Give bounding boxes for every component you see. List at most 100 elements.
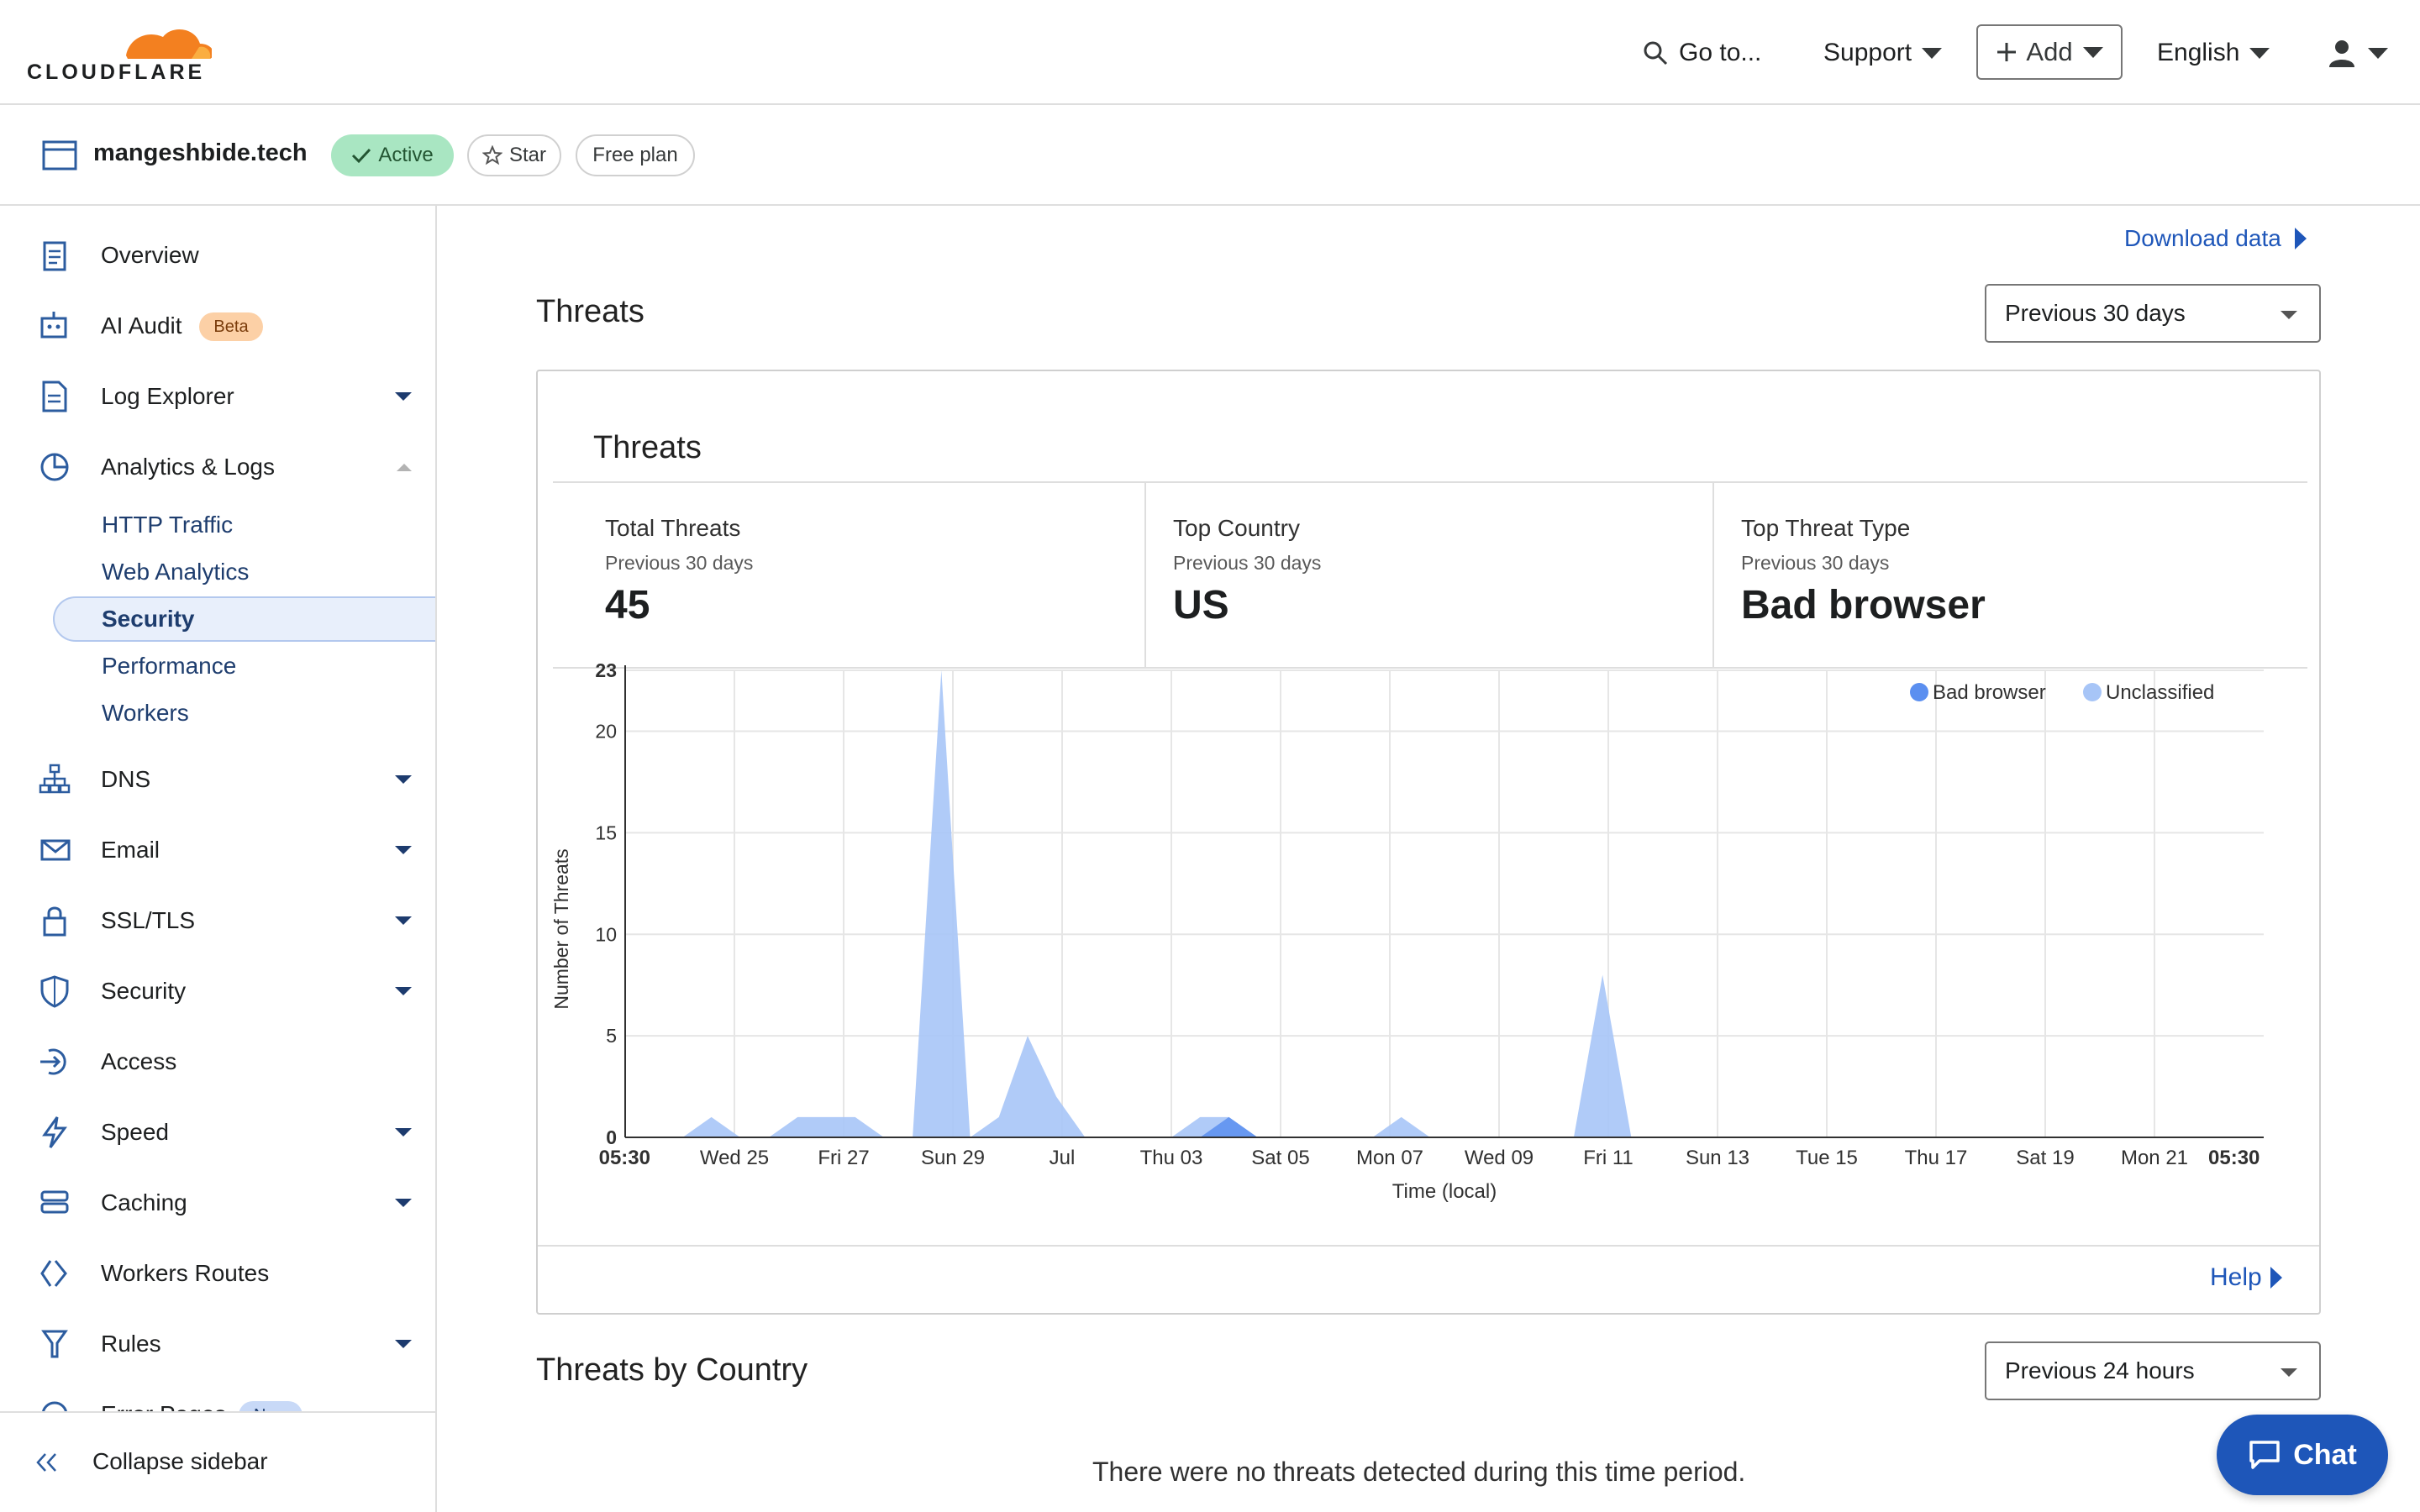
legend-label: Unclassified bbox=[2106, 681, 2214, 704]
lock-icon bbox=[43, 906, 66, 937]
chevron-down-icon bbox=[1922, 47, 1943, 59]
threats-area-chart: 0 5 10 15 20 23 05:30 Wed 25 Fri 27 Sun 29 Jul Thu … bbox=[550, 659, 2264, 1203]
section-title-threats: Threats bbox=[536, 294, 644, 329]
status-label: Active bbox=[378, 144, 434, 166]
zone-domain[interactable]: mangeshbide.tech bbox=[93, 139, 308, 167]
support-menu[interactable]: Support bbox=[1823, 34, 1943, 72]
series-area-unclassified bbox=[625, 670, 2264, 1137]
y-axis-title: Number of Threats bbox=[550, 848, 572, 1009]
y-tick-label: 0 bbox=[606, 1126, 617, 1148]
chat-bubble-icon bbox=[2249, 1441, 2280, 1469]
collapse-sidebar-label: Collapse sidebar bbox=[92, 1448, 268, 1474]
chevron-down-icon bbox=[395, 1340, 412, 1348]
y-tick-label: 23 bbox=[595, 659, 617, 681]
robot-icon bbox=[40, 312, 67, 339]
sidebar-subitem-performance[interactable]: Performance bbox=[102, 653, 236, 680]
chevron-down-icon bbox=[395, 1199, 412, 1207]
document-search-icon bbox=[42, 381, 67, 412]
chat-button[interactable]: Chat bbox=[2217, 1415, 2388, 1495]
x-tick-label: Thu 03 bbox=[1140, 1147, 1203, 1169]
sidebar-item-overview[interactable]: Overview bbox=[0, 230, 435, 281]
language-menu[interactable]: English bbox=[2157, 34, 2270, 72]
sidebar-item-analytics-logs[interactable]: Analytics & Logs bbox=[0, 442, 435, 492]
x-tick-label: Sun 13 bbox=[1686, 1147, 1749, 1169]
chevron-up-icon bbox=[397, 463, 412, 471]
sidebar-item-security[interactable]: Security bbox=[0, 966, 435, 1016]
star-button[interactable]: Star bbox=[467, 134, 561, 176]
stat-value: Bad browser bbox=[1741, 583, 1986, 627]
support-label: Support bbox=[1823, 39, 1912, 66]
threats-range-select[interactable]: Previous 30 days bbox=[1985, 284, 2321, 343]
x-tick-label: Fri 11 bbox=[1583, 1147, 1634, 1169]
chevron-down-icon bbox=[2249, 47, 2270, 59]
chevron-down-icon bbox=[395, 775, 412, 784]
x-tick-label: Thu 17 bbox=[1905, 1147, 1968, 1169]
sidebar-item-ai-audit[interactable]: AI Audit Beta bbox=[0, 301, 435, 351]
legend-swatch bbox=[1910, 683, 1928, 701]
goto-search[interactable]: Go to... bbox=[1642, 34, 1761, 72]
x-tick-label: Wed 25 bbox=[700, 1147, 769, 1169]
legend-swatch bbox=[2083, 683, 2102, 701]
collapse-sidebar-button[interactable]: Collapse sidebar bbox=[0, 1411, 435, 1512]
status-badge: Active bbox=[331, 134, 454, 176]
y-tick-label: 20 bbox=[595, 721, 617, 743]
search-icon bbox=[1644, 41, 1668, 66]
sidebar-subitem-web-analytics[interactable]: Web Analytics bbox=[102, 559, 249, 585]
stat-period: Previous 30 days bbox=[1741, 552, 1890, 574]
x-tick-label: Jul bbox=[1050, 1147, 1076, 1169]
star-icon bbox=[481, 145, 502, 165]
sidebar-item-label: AI Audit bbox=[101, 312, 182, 339]
sidebar-item-label: Security bbox=[101, 978, 187, 1004]
sidebar-item-dns[interactable]: DNS bbox=[0, 754, 435, 805]
add-label: Add bbox=[2026, 37, 2073, 66]
sidebar-item-log-explorer[interactable]: Log Explorer bbox=[0, 371, 435, 422]
user-icon bbox=[2329, 40, 2354, 67]
sidebar-item-email[interactable]: Email bbox=[0, 825, 435, 875]
x-tick-label: Sat 05 bbox=[1251, 1147, 1309, 1169]
plus-icon bbox=[1997, 43, 2017, 61]
user-menu[interactable] bbox=[2328, 34, 2388, 72]
sidebar-subitem-security[interactable]: Security bbox=[102, 606, 195, 633]
sidebar-item-workers-routes[interactable]: Workers Routes bbox=[0, 1248, 435, 1299]
envelope-icon bbox=[40, 839, 71, 861]
sidebar: Overview AI Audit Beta Log Explorer Anal… bbox=[0, 206, 437, 1512]
country-range-select[interactable]: Previous 24 hours bbox=[1985, 1341, 2321, 1400]
stat-period: Previous 30 days bbox=[1173, 552, 1322, 574]
sidebar-item-label: Overview bbox=[101, 242, 199, 268]
chevron-down-icon bbox=[395, 987, 412, 995]
cloudflare-logo[interactable]: CLOUDFLARE bbox=[27, 18, 212, 86]
download-data-label: Download data bbox=[2124, 225, 2281, 251]
plan-badge[interactable]: Free plan bbox=[576, 134, 695, 176]
download-data-link[interactable]: Download data bbox=[2124, 225, 2307, 252]
sidebar-item-caching[interactable]: Caching bbox=[0, 1178, 435, 1228]
sidebar-subitem-http-traffic[interactable]: HTTP Traffic bbox=[102, 512, 233, 538]
sidebar-item-label: Log Explorer bbox=[101, 383, 234, 409]
divider bbox=[1712, 483, 1714, 668]
sidebar-item-ssl-tls[interactable]: SSL/TLS bbox=[0, 895, 435, 946]
y-tick-label: 10 bbox=[595, 923, 617, 945]
x-tick-label: 05:30 bbox=[599, 1147, 650, 1169]
help-label: Help bbox=[2210, 1263, 2262, 1291]
sidebar-subitem-workers[interactable]: Workers bbox=[102, 700, 189, 727]
clipboard-icon bbox=[43, 241, 66, 271]
server-icon bbox=[40, 1190, 69, 1214]
chevron-down-icon bbox=[2281, 1368, 2297, 1377]
goto-label: Go to... bbox=[1679, 39, 1762, 66]
threats-range-value: Previous 30 days bbox=[2005, 300, 2186, 326]
chevron-down-icon bbox=[2281, 311, 2297, 319]
add-button[interactable]: Add bbox=[1976, 24, 2123, 80]
browser-window-icon bbox=[42, 140, 77, 171]
x-tick-label: Mon 07 bbox=[1356, 1147, 1423, 1169]
sidebar-item-label: Email bbox=[101, 837, 160, 863]
help-link[interactable]: Help bbox=[2210, 1263, 2282, 1292]
sidebar-item-access[interactable]: Access bbox=[0, 1037, 435, 1087]
country-range-value: Previous 24 hours bbox=[2005, 1357, 2195, 1383]
caret-right-icon bbox=[2294, 228, 2307, 249]
sidebar-item-speed[interactable]: Speed bbox=[0, 1107, 435, 1158]
x-tick-label: Tue 15 bbox=[1796, 1147, 1858, 1169]
stat-label: Top Threat Type bbox=[1741, 515, 1911, 541]
sidebar-item-label: Workers Routes bbox=[101, 1260, 270, 1286]
sidebar-item-rules[interactable]: Rules bbox=[0, 1319, 435, 1369]
chevron-down-icon bbox=[2368, 47, 2388, 59]
card-title: Threats bbox=[593, 430, 702, 465]
